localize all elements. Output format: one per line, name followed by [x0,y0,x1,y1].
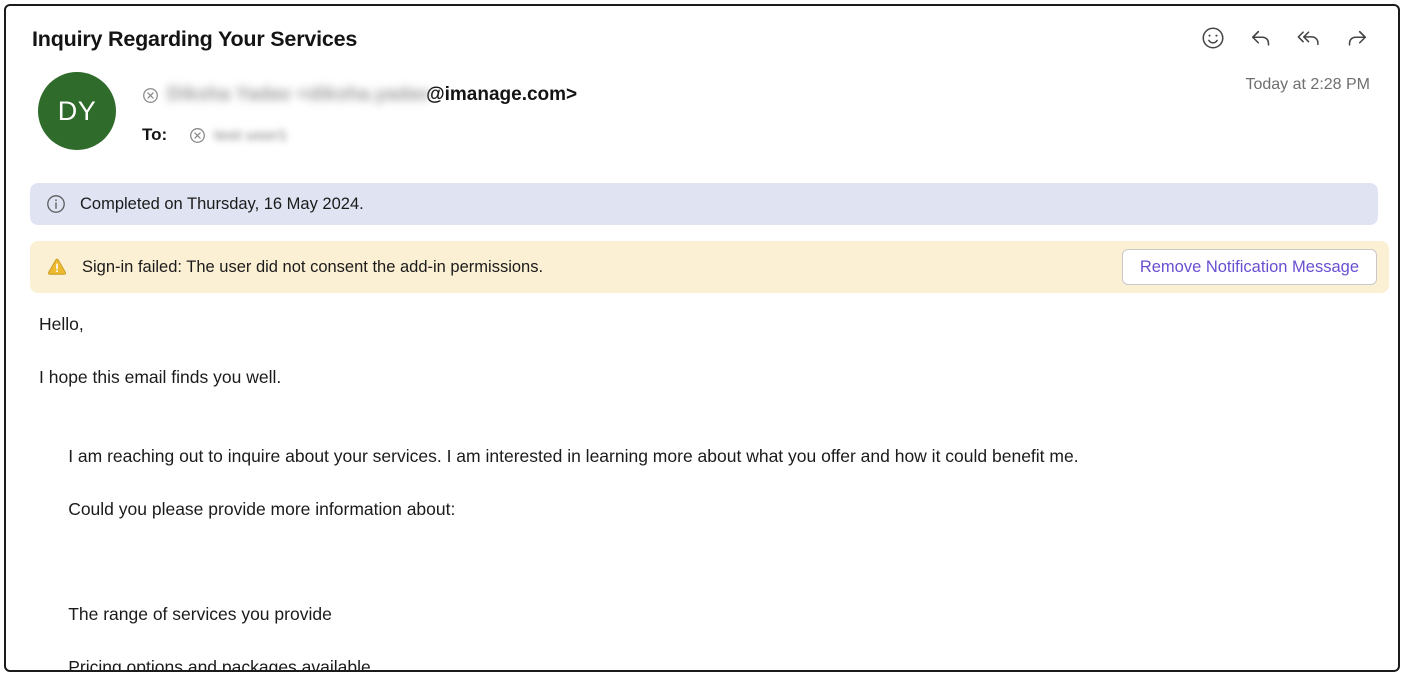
avatar: DY [38,72,116,150]
body-paragraph-2-line-2: Could you please provide more informatio… [68,498,456,519]
sender-block: DY Diksha Yadav <diksha.yadav @imanage.c… [6,64,1398,170]
body-paragraph-2-line-1: I am reaching out to inquire about your … [68,445,1079,466]
remove-recipient-chip-icon[interactable] [189,127,206,144]
body-list: The range of services you provide Pricin… [39,575,1374,672]
message-timestamp: Today at 2:28 PM [1245,76,1370,93]
sender-domain: @imanage.com> [426,84,578,105]
email-reading-pane: Inquiry Regarding Your Services DY Diksh… [4,4,1400,672]
avatar-initials: DY [57,95,97,126]
forward-icon[interactable] [1344,25,1370,51]
list-item: The range of services you provide [68,604,332,624]
reply-icon[interactable] [1248,25,1274,51]
react-emoji-icon[interactable] [1200,25,1226,51]
remove-notification-message-button[interactable]: Remove Notification Message [1121,249,1377,285]
email-header: Inquiry Regarding Your Services [6,6,1398,64]
body-paragraph-1: I hope this email finds you well. [39,366,282,387]
message-actions-toolbar [1200,25,1370,51]
reply-all-icon[interactable] [1296,25,1322,51]
to-line: To: test user1 [142,122,287,148]
info-banner-text: Completed on Thursday, 16 May 2024. [80,194,364,213]
from-line: Diksha Yadav <diksha.yadav @imanage.com> [142,80,577,110]
sender-name-redacted: Diksha Yadav <diksha.yadav [167,84,431,105]
message-body: Hello, I hope this email finds you well.… [39,311,1374,672]
completion-info-banner: Completed on Thursday, 16 May 2024. [30,183,1378,225]
body-paragraph-2: I am reaching out to inquire about your … [39,416,1374,549]
list-item: Pricing options and packages available [68,657,371,672]
signin-warning-banner: Sign-in failed: The user did not consent… [30,241,1389,293]
email-subject: Inquiry Regarding Your Services [32,27,358,51]
warning-triangle-icon [46,256,68,278]
warning-banner-text: Sign-in failed: The user did not consent… [82,257,544,276]
info-circle-icon [46,194,66,214]
body-greeting: Hello, [39,314,84,334]
to-label: To: [142,125,168,144]
remove-sender-chip-icon[interactable] [142,87,159,104]
recipient-name-redacted: test user1 [214,126,288,144]
